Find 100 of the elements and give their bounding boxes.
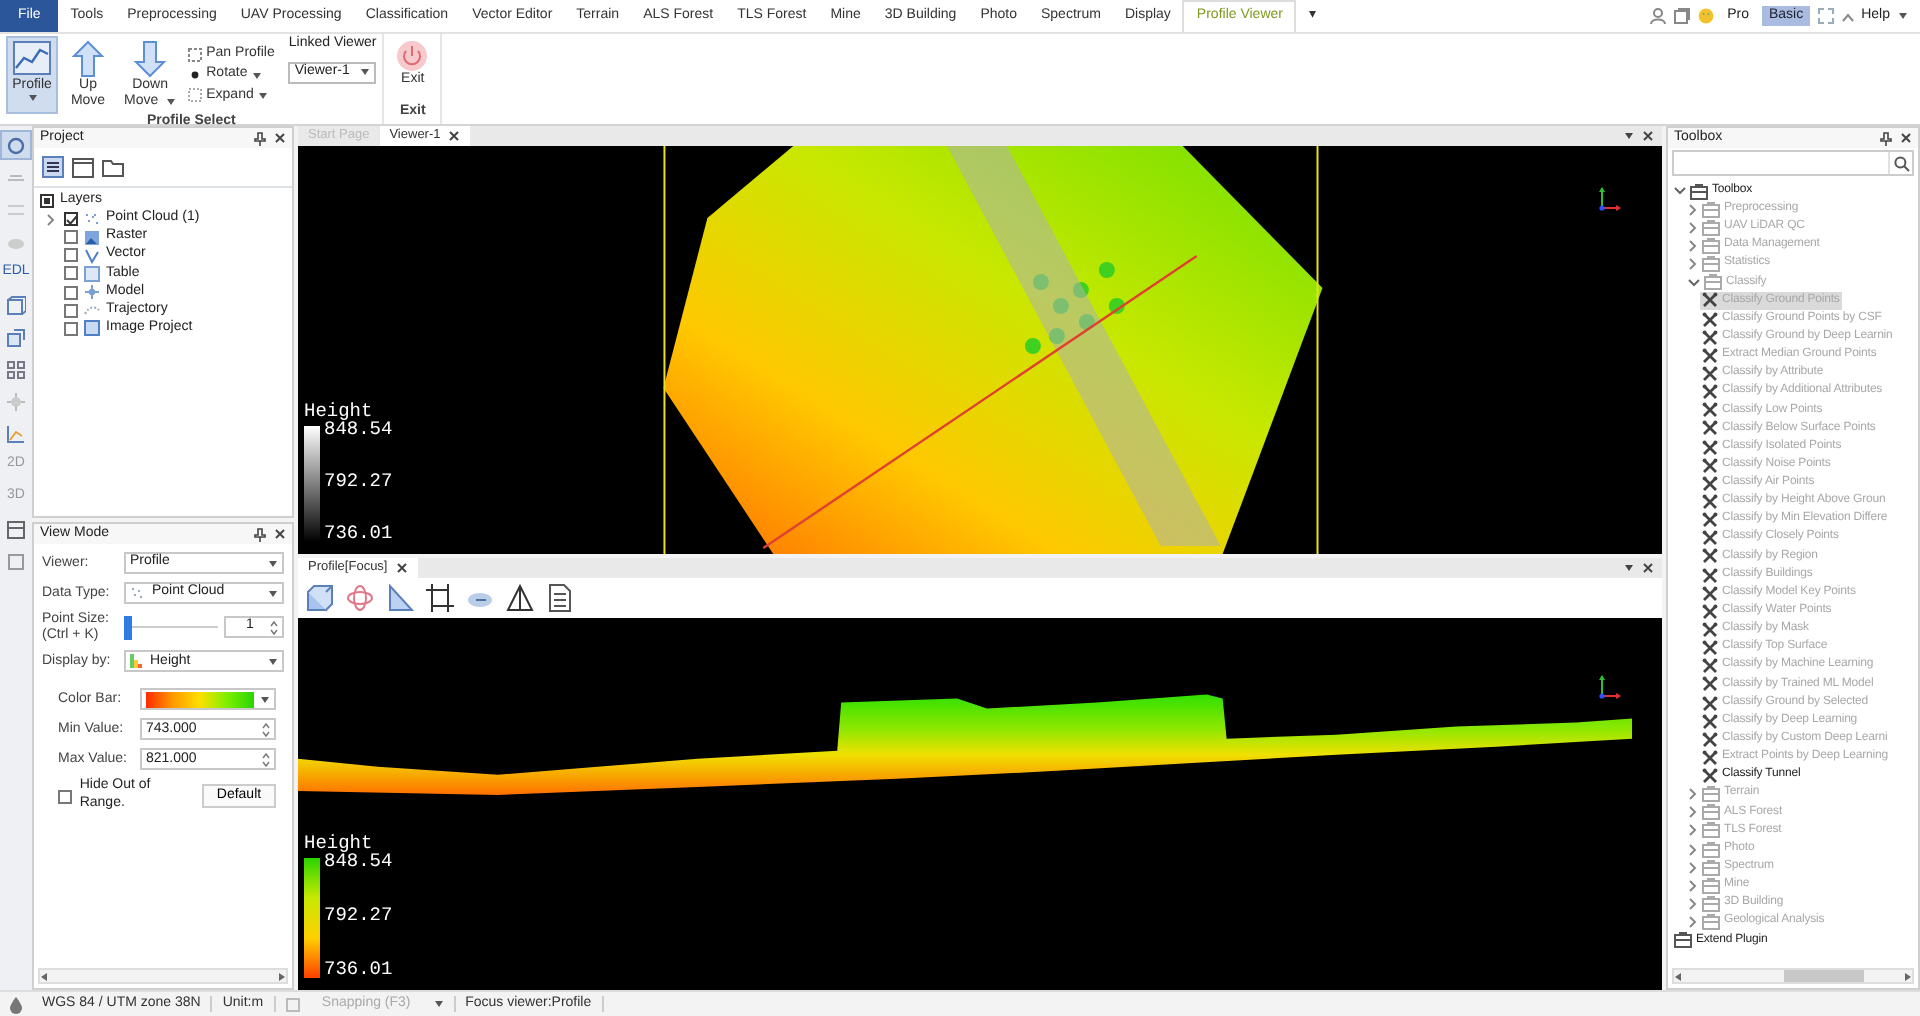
toolbox-folder-icon	[1702, 877, 1720, 894]
folder-icon[interactable]	[102, 156, 124, 178]
caret-icon	[360, 68, 371, 77]
toolbox-folder-icon	[1702, 237, 1720, 254]
caret-icon	[268, 589, 278, 597]
points-icon	[130, 586, 144, 600]
search-icon[interactable]	[1893, 155, 1909, 171]
spin-arrows-icon	[262, 751, 270, 768]
axis-gizmo-icon[interactable]	[1598, 186, 1622, 212]
horizontal-scrollbar[interactable]	[1672, 968, 1914, 984]
caret-icon	[1898, 12, 1908, 20]
toolbox-folder-icon	[1674, 932, 1692, 949]
cube-icon[interactable]	[306, 584, 334, 612]
layers-icon[interactable]	[42, 156, 64, 178]
power-icon	[396, 40, 429, 72]
pin-icon[interactable]	[254, 131, 266, 145]
crop-icon[interactable]	[426, 584, 454, 612]
window-icon[interactable]	[72, 156, 94, 178]
height-icon	[130, 654, 142, 669]
trajectory-icon	[84, 302, 100, 319]
legend-title: Height	[304, 833, 375, 852]
checkbox[interactable]	[64, 303, 78, 318]
toolbox-folder-icon	[1702, 219, 1720, 236]
tool-button[interactable]	[2, 516, 30, 542]
toolbox-folder-icon	[1702, 914, 1720, 931]
ruler-triangle-icon[interactable]	[386, 584, 414, 612]
expand-icon[interactable]	[1817, 8, 1834, 24]
checkbox[interactable]	[64, 248, 78, 263]
checkbox[interactable]	[64, 266, 78, 281]
profile-chart-icon	[12, 40, 52, 78]
scrollbar-thumb[interactable]	[1784, 970, 1864, 982]
dropdown-icon[interactable]	[1624, 564, 1634, 572]
document-icon[interactable]	[546, 584, 574, 612]
close-icon[interactable]	[1900, 131, 1912, 143]
caret-icon	[260, 695, 270, 704]
tool-button[interactable]	[2, 132, 30, 158]
color-bar-dropdown[interactable]	[140, 688, 276, 711]
toolbox-folder-icon	[1702, 859, 1720, 876]
close-icon[interactable]	[1642, 130, 1654, 142]
axis-gizmo-icon[interactable]	[1598, 674, 1622, 700]
tool-button[interactable]	[2, 420, 30, 446]
points-icon	[84, 211, 100, 228]
scroll-right-icon[interactable]	[1904, 971, 1912, 981]
checkbox[interactable]	[64, 212, 78, 227]
pin-icon[interactable]	[254, 527, 266, 541]
dropdown-icon[interactable]	[1624, 132, 1634, 140]
chevron-right-icon[interactable]	[46, 213, 56, 226]
toolbox-folder-icon	[1702, 896, 1720, 913]
rotate-icon[interactable]	[346, 584, 374, 612]
checkbox[interactable]	[64, 230, 78, 245]
chevron-down-icon[interactable]	[1674, 186, 1686, 197]
user-icon[interactable]	[1649, 8, 1666, 24]
raster-icon	[84, 229, 100, 246]
caret-icon	[268, 559, 278, 567]
toolbox-folder-icon	[1702, 201, 1720, 218]
checkbox[interactable]	[64, 321, 78, 336]
checkbox[interactable]	[64, 285, 78, 300]
down-arrow-icon	[130, 40, 171, 78]
legend-value: 848.54	[324, 420, 393, 439]
checkbox[interactable]	[58, 789, 72, 804]
tool-button[interactable]	[2, 356, 30, 382]
checkbox-icon	[285, 997, 300, 1011]
model-icon	[84, 284, 100, 301]
toolbox-folder-icon	[1702, 841, 1720, 858]
tool-button[interactable]	[2, 324, 30, 350]
legend-color-bar	[304, 858, 320, 978]
line-icon	[6, 199, 26, 219]
tool-button[interactable]	[2, 548, 30, 574]
pan-icon	[188, 47, 203, 62]
target-icon	[6, 135, 26, 155]
close-icon[interactable]	[395, 562, 408, 574]
image-icon	[84, 320, 100, 337]
close-icon[interactable]	[274, 131, 286, 143]
move-icon	[6, 391, 26, 411]
table-icon	[84, 265, 100, 282]
scroll-right-icon[interactable]	[278, 971, 286, 981]
checkbox[interactable]	[40, 194, 54, 209]
close-icon[interactable]	[274, 527, 286, 539]
pin-icon[interactable]	[1880, 131, 1892, 145]
toolbox-folder-icon	[1702, 804, 1720, 821]
search-field[interactable]	[1672, 150, 1914, 176]
tool-button[interactable]	[2, 292, 30, 318]
color-ramp	[146, 691, 254, 708]
toolbox-folder-icon	[1690, 183, 1708, 200]
triangle-icon[interactable]	[506, 584, 534, 612]
legend-value: 792.27	[324, 905, 393, 925]
cube-icon	[6, 327, 26, 347]
window-icon[interactable]	[1673, 8, 1690, 24]
scroll-left-icon[interactable]	[40, 971, 48, 981]
scroll-left-icon[interactable]	[1674, 971, 1682, 981]
horizontal-scrollbar[interactable]	[38, 968, 288, 984]
vector-icon	[84, 247, 100, 264]
up-arrow-icon	[68, 40, 108, 78]
caret-icon	[433, 1000, 444, 1008]
close-icon[interactable]	[448, 130, 461, 142]
toolbox-folder-icon	[1702, 822, 1720, 839]
grid-icon	[6, 359, 26, 379]
toolbox-folder-icon	[1704, 274, 1722, 291]
close-icon[interactable]	[1642, 562, 1654, 574]
collapse-icon[interactable]	[1841, 11, 1854, 21]
